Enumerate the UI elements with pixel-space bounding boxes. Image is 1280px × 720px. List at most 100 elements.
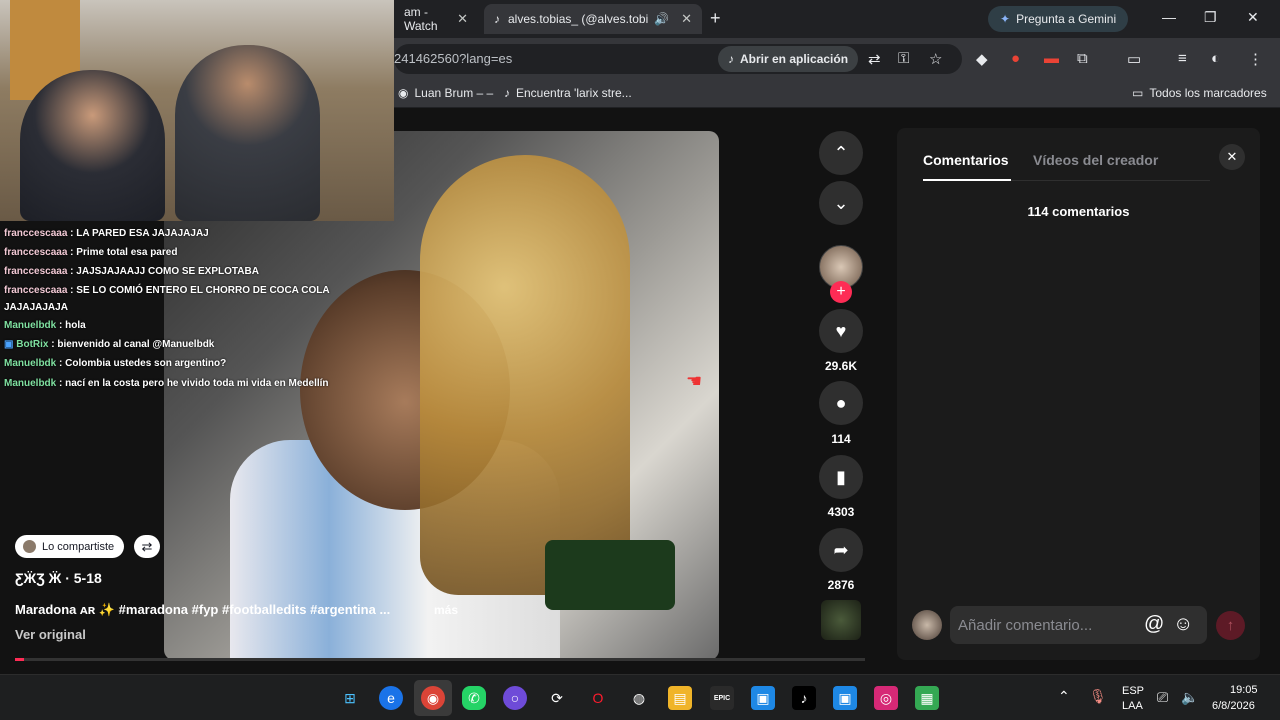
webcam-person-left <box>20 70 165 221</box>
gemini-label: Pregunta a Gemini <box>1016 12 1117 26</box>
speaker-icon[interactable]: 🔊 <box>654 12 669 26</box>
save-button[interactable]: ▮ <box>819 455 863 499</box>
app-green-icon[interactable]: ▦ <box>915 686 939 710</box>
translate-icon[interactable]: ⇄ <box>868 50 881 68</box>
heart-icon: ♥ <box>835 320 847 341</box>
like-button[interactable]: ♥ <box>819 309 863 353</box>
chat-message: franccescaaa : SE LO COMIÓ ENTERO EL CHO… <box>4 285 330 296</box>
bookmark-item[interactable]: ♪ Encuentra 'larix stre... <box>504 86 632 100</box>
chat-user: franccescaaa <box>4 247 68 258</box>
tab-label: am - Watch <box>404 5 438 33</box>
globe-icon: ◉ <box>398 86 409 100</box>
video-progress-track[interactable] <box>15 658 865 661</box>
minimize-icon[interactable]: — <box>1162 9 1176 25</box>
tiktok-icon: ♪ <box>728 52 734 66</box>
network-icon[interactable]: ⎚ <box>1157 689 1168 706</box>
follow-plus-button[interactable]: + <box>830 281 852 303</box>
app-blue-window-2-icon[interactable]: ▣ <box>833 686 857 710</box>
chat-message: Manuelbdk : hola <box>4 320 86 331</box>
profile-avatar-icon[interactable]: ◐ <box>1211 50 1220 67</box>
gemini-button[interactable]: ✦ Pregunta a Gemini <box>988 6 1129 32</box>
media-control-icon[interactable]: ≡ <box>1178 50 1187 67</box>
close-window-icon[interactable]: ✕ <box>1247 9 1259 26</box>
tiktok-icon: ♪ <box>494 12 500 26</box>
language-layout[interactable]: LAA <box>1122 700 1143 712</box>
menu-kebab-icon[interactable]: ⋮ <box>1248 50 1263 68</box>
clock-time[interactable]: 19:05 <box>1230 684 1258 696</box>
all-bookmarks-button[interactable]: ▭ Todos los marcadores <box>1132 86 1267 100</box>
chat-user: Manuelbdk <box>4 358 57 369</box>
app-sync-icon[interactable]: ⟳ <box>545 686 569 710</box>
url-text[interactable]: 241462560?lang=es <box>394 51 512 66</box>
chat-text: : Colombia ustedes son argentino? <box>59 358 227 369</box>
comment-input[interactable]: Añadir comentario... <box>950 606 1207 644</box>
music-disc[interactable] <box>821 600 861 640</box>
see-original-link[interactable]: Ver original <box>15 627 86 642</box>
caption-more-link[interactable]: más <box>434 603 458 617</box>
chat-text: : hola <box>59 320 86 331</box>
close-tab-icon[interactable]: ✕ <box>457 11 468 27</box>
chrome-icon[interactable]: ◉ <box>421 686 445 710</box>
whatsapp-icon[interactable]: ✆ <box>462 686 486 710</box>
chevron-down-icon: ⌄ <box>833 192 849 213</box>
instagram-icon[interactable]: ◎ <box>874 686 898 710</box>
emoji-icon[interactable]: ☺ <box>1173 613 1193 636</box>
repost-button[interactable]: ⇄ <box>134 535 160 558</box>
arrow-up-icon: ↑ <box>1226 617 1235 634</box>
steam-icon[interactable]: ◍ <box>627 686 651 710</box>
author-and-date[interactable]: ƸӜƷ Ӝ · 5-18 <box>15 570 102 586</box>
reading-mode-icon[interactable]: ▭ <box>1127 50 1141 68</box>
previous-video-button[interactable]: ⌃ <box>819 131 863 175</box>
share-arrow-icon: ➦ <box>833 539 849 560</box>
extensions-puzzle-icon[interactable]: ⧉ <box>1077 50 1088 67</box>
send-comment-button[interactable]: ↑ <box>1216 611 1245 640</box>
video-caption: Maradona ᴀʀ ✨ #maradona #fyp #footballed… <box>15 602 391 617</box>
language-indicator[interactable]: ESP <box>1122 685 1144 697</box>
video-progress-fill <box>15 658 24 661</box>
tiktok-app-icon[interactable]: ♪ <box>792 686 816 710</box>
tab-creator-videos[interactable]: Vídeos del creador <box>1033 152 1158 168</box>
restore-icon[interactable]: ❐ <box>1204 9 1217 26</box>
tray-chevron-up-icon[interactable]: ⌃ <box>1058 688 1070 705</box>
microphone-icon[interactable]: 🎙 <box>1089 688 1107 705</box>
all-bookmarks-label: Todos los marcadores <box>1149 86 1267 100</box>
comment-button[interactable]: ● <box>819 381 863 425</box>
app-blue-window-icon[interactable]: ▣ <box>751 686 775 710</box>
password-key-icon[interactable]: ⚿ <box>898 50 909 67</box>
clock-date[interactable]: 6/8/2026 <box>1212 700 1255 712</box>
user-avatar <box>912 610 942 640</box>
video-frame-trophy-base <box>545 540 675 610</box>
mention-at-icon[interactable]: @ <box>1144 613 1164 636</box>
extension-record-icon[interactable]: ▬ <box>1044 50 1059 67</box>
shared-badge[interactable]: Lo compartiste <box>15 535 125 558</box>
next-video-button[interactable]: ⌄ <box>819 181 863 225</box>
volume-icon[interactable]: 🔈 <box>1181 689 1198 706</box>
epic-games-icon[interactable]: EPIC <box>710 686 734 710</box>
tab-tiktok-active[interactable]: ♪ alves.tobias_ (@alves.tobias 🔊 ✕ <box>484 4 702 34</box>
extension-diamond-icon[interactable]: ◆ <box>976 50 988 68</box>
chat-text: : SE LO COMIÓ ENTERO EL CHORRO DE COCA C… <box>70 285 330 296</box>
close-tab-icon[interactable]: ✕ <box>681 11 692 27</box>
new-tab-button[interactable]: + <box>710 8 721 29</box>
bookmark-label: Luan Brum – – <box>414 86 494 100</box>
gemini-icon: ✦ <box>1000 12 1011 26</box>
opera-icon[interactable]: O <box>586 686 610 710</box>
chat-message: franccescaaa : JAJSJAJAAJJ COMO SE EXPLO… <box>4 266 259 277</box>
tab-youtube[interactable]: am - Watch ✕ <box>394 4 478 34</box>
extension-red-icon[interactable]: ● <box>1011 50 1020 67</box>
folder-icon: ▭ <box>1132 86 1144 100</box>
share-button[interactable]: ➦ <box>819 528 863 572</box>
chat-text: JAJAJAJAJA <box>4 302 68 313</box>
chat-text: : bienvenido al canal @Manuelbdk <box>51 339 215 350</box>
bookmark-item[interactable]: ◉ Luan Brum – – <box>398 86 493 100</box>
file-explorer-icon[interactable]: ▤ <box>668 686 692 710</box>
open-in-app-button[interactable]: ♪ Abrir en aplicación <box>718 46 859 72</box>
edge-icon[interactable]: e <box>379 686 403 710</box>
comments-total: 114 comentarios <box>1027 204 1130 219</box>
tab-comments[interactable]: Comentarios <box>923 152 1009 168</box>
chat-message-continued: JAJAJAJAJA <box>4 302 68 313</box>
bookmark-star-icon[interactable]: ☆ <box>929 50 942 68</box>
close-panel-button[interactable]: ✕ <box>1219 144 1245 170</box>
windows-start-icon[interactable]: ⊞ <box>338 686 362 710</box>
app-purple-icon[interactable]: ○ <box>503 686 527 710</box>
